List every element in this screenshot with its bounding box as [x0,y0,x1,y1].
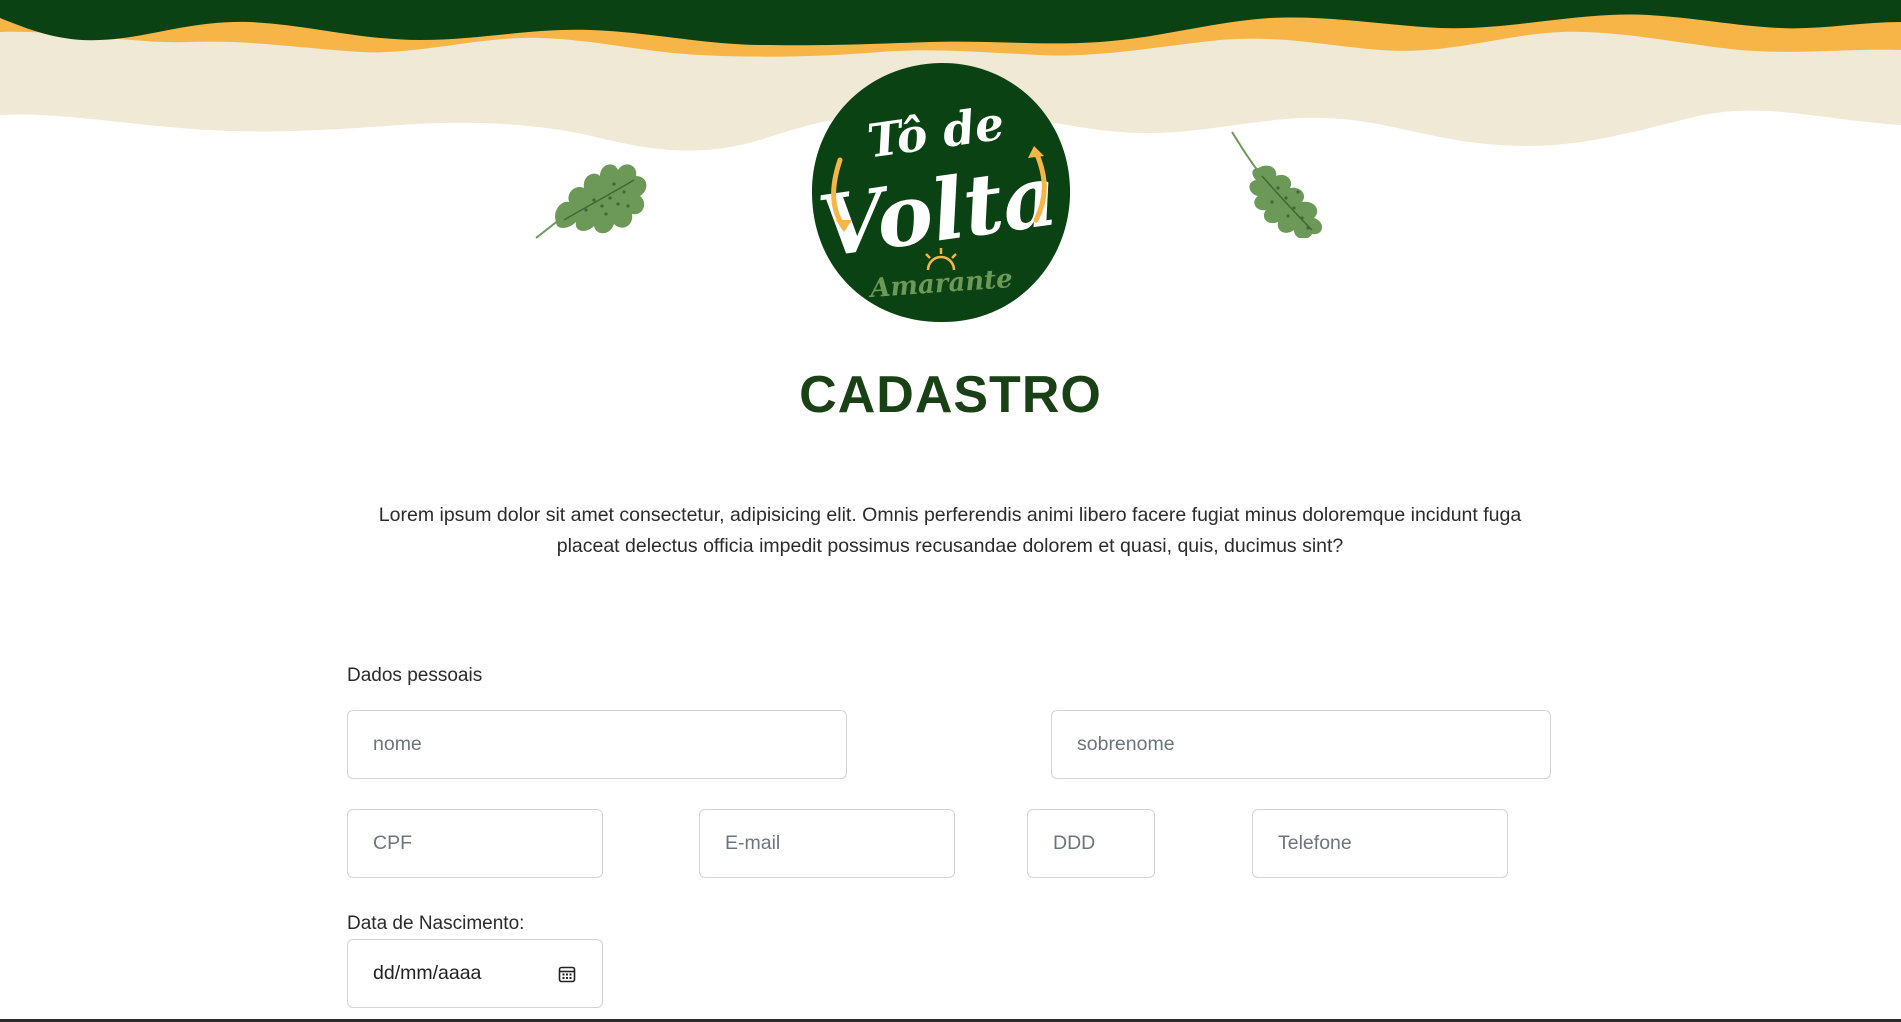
intro-text: Lorem ipsum dolor sit amet consectetur, … [378,504,1522,557]
phone-input[interactable] [1252,809,1508,878]
leaf-left-icon [535,164,647,239]
leaf-right-icon [1231,131,1322,238]
first-name-input[interactable] [347,710,847,779]
calendar-icon[interactable] [557,964,577,984]
brand-logo: Tô de Volta Amarante [811,62,1071,323]
birth-date-value: dd/mm/aaaa [373,962,482,984]
last-name-input[interactable] [1051,710,1551,779]
page: Tô de Volta Amarante CADASTRO Lorem ipsu… [0,0,1901,1022]
email-input[interactable] [699,809,955,878]
section-label-personal-data: Dados pessoais [347,665,483,686]
birth-date-input[interactable]: dd/mm/aaaa [347,939,603,1008]
cpf-input[interactable] [347,809,603,878]
ddd-input[interactable] [1027,809,1155,878]
page-title: CADASTRO [799,366,1102,424]
birth-date-label: Data de Nascimento: [347,913,525,934]
